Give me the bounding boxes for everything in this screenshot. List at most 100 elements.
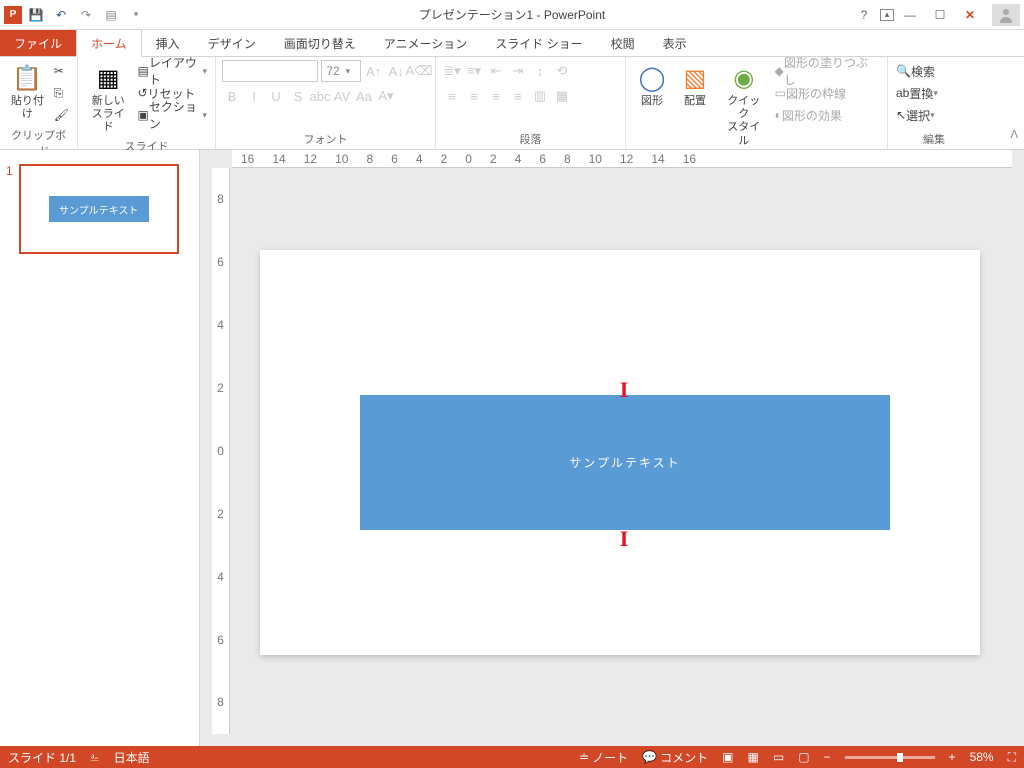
thumbnail-preview[interactable]: サンプルテキスト bbox=[19, 164, 179, 254]
strike-button[interactable]: abc bbox=[310, 85, 330, 107]
increase-font-icon[interactable]: A↑ bbox=[364, 60, 384, 82]
window-title: プレゼンテーション1 - PowerPoint bbox=[419, 6, 605, 23]
increase-indent-button[interactable]: ⇥ bbox=[508, 60, 528, 82]
save-icon[interactable]: 💾 bbox=[25, 4, 47, 26]
justify-button[interactable]: ≡ bbox=[508, 85, 528, 107]
arrange-button[interactable]: ▧配置 bbox=[675, 60, 715, 150]
tab-home[interactable]: ホーム bbox=[76, 29, 142, 57]
decrease-font-icon[interactable]: A↓ bbox=[386, 60, 406, 82]
paste-icon: 📋 bbox=[11, 62, 43, 94]
reset-icon: ↺ bbox=[137, 86, 147, 100]
shape-outline-button[interactable]: ▭ 図形の枠線 bbox=[773, 82, 881, 104]
zoom-level[interactable]: 58% bbox=[970, 750, 994, 764]
text-direction-button[interactable]: ⟲ bbox=[552, 60, 572, 82]
shadow-button[interactable]: S bbox=[288, 85, 308, 107]
slide-thumbnails-panel[interactable]: 1 サンプルテキスト bbox=[0, 150, 200, 746]
notes-button[interactable]: ≐ ノート bbox=[579, 749, 628, 766]
quick-access-toolbar: P 💾 ↶ ↷ ▤ ▾ bbox=[0, 4, 147, 26]
shape-effects-button[interactable]: ◐ 図形の効果 bbox=[773, 104, 881, 126]
redo-icon[interactable]: ↷ bbox=[75, 4, 97, 26]
copy-icon: ⎘ bbox=[54, 86, 64, 101]
cut-button[interactable]: ✂ bbox=[52, 60, 71, 82]
minimize-icon[interactable]: — bbox=[896, 4, 924, 26]
columns-button[interactable]: ▥ bbox=[530, 85, 550, 107]
sorter-view-icon[interactable]: ▦ bbox=[748, 750, 759, 764]
quick-styles-button[interactable]: ◉クイック スタイル bbox=[718, 60, 770, 150]
title-bar: P 💾 ↶ ↷ ▤ ▾ プレゼンテーション1 - PowerPoint ? ▴ … bbox=[0, 0, 1024, 30]
textbox-shape[interactable]: I サンプルテキスト I bbox=[360, 395, 890, 530]
find-button[interactable]: 🔍 検索 bbox=[894, 60, 974, 82]
tab-transitions[interactable]: 画面切り替え bbox=[270, 30, 370, 56]
replace-button[interactable]: ab 置換 ▾ bbox=[894, 82, 974, 104]
vertical-ruler[interactable]: 864202468 bbox=[212, 168, 230, 734]
comments-button[interactable]: 💬 コメント bbox=[642, 749, 708, 766]
spellcheck-icon[interactable]: ⎁ bbox=[90, 750, 100, 765]
align-center-button[interactable]: ≡ bbox=[464, 85, 484, 107]
font-color-button[interactable]: A▾ bbox=[376, 85, 396, 107]
tab-design[interactable]: デザイン bbox=[194, 30, 270, 56]
group-drawing: ◯図形 ▧配置 ◉クイック スタイル ◆ 図形の塗りつぶし ▭ 図形の枠線 ◐ … bbox=[626, 57, 888, 149]
copy-button[interactable]: ⎘ bbox=[52, 82, 71, 104]
ribbon-display-icon[interactable]: ▴ bbox=[880, 9, 894, 21]
close-icon[interactable]: ✕ bbox=[956, 4, 984, 26]
fill-icon: ◆ bbox=[775, 64, 784, 78]
decrease-indent-button[interactable]: ⇤ bbox=[486, 60, 506, 82]
shapes-icon: ◯ bbox=[636, 62, 668, 94]
tab-review[interactable]: 校閲 bbox=[597, 30, 649, 56]
normal-view-icon[interactable]: ▣ bbox=[722, 750, 733, 764]
select-button[interactable]: ↖ 選択 ▾ bbox=[894, 104, 974, 126]
slide-counter[interactable]: スライド 1/1 bbox=[8, 749, 76, 766]
bullets-button[interactable]: ≣▾ bbox=[442, 60, 462, 82]
collapse-ribbon-icon[interactable]: ᐱ bbox=[1010, 128, 1018, 141]
zoom-in-button[interactable]: + bbox=[949, 750, 956, 764]
layout-button[interactable]: ▤ レイアウト ▾ bbox=[135, 60, 209, 82]
font-name-input[interactable] bbox=[222, 60, 318, 82]
align-right-button[interactable]: ≡ bbox=[486, 85, 506, 107]
bold-button[interactable]: B bbox=[222, 85, 242, 107]
convert-smartart-button[interactable]: ▦ bbox=[552, 85, 572, 107]
search-icon: 🔍 bbox=[896, 64, 911, 78]
line-spacing-button[interactable]: ↕ bbox=[530, 60, 550, 82]
zoom-slider[interactable] bbox=[845, 756, 935, 759]
group-label: 編集 bbox=[894, 130, 974, 148]
shape-fill-button[interactable]: ◆ 図形の塗りつぶし bbox=[773, 60, 881, 82]
slideshow-view-icon[interactable]: ▢ bbox=[798, 750, 809, 764]
align-left-button[interactable]: ≡ bbox=[442, 85, 462, 107]
numbering-button[interactable]: ≡▾ bbox=[464, 60, 484, 82]
font-size-input[interactable]: 72▾ bbox=[321, 60, 360, 82]
undo-icon[interactable]: ↶ bbox=[50, 4, 72, 26]
account-avatar[interactable] bbox=[992, 4, 1020, 26]
tab-animations[interactable]: アニメーション bbox=[370, 30, 482, 56]
tab-insert[interactable]: 挿入 bbox=[142, 30, 194, 56]
spacing-button[interactable]: AV bbox=[332, 85, 352, 107]
zoom-out-button[interactable]: − bbox=[824, 750, 831, 764]
thumbnail-item[interactable]: 1 サンプルテキスト bbox=[6, 164, 193, 254]
tab-file[interactable]: ファイル bbox=[0, 30, 76, 56]
arrange-icon: ▧ bbox=[679, 62, 711, 94]
qat-customize-icon[interactable]: ▾ bbox=[125, 4, 147, 26]
horizontal-ruler[interactable]: 1614121086420246810121416 bbox=[232, 150, 1012, 168]
start-from-beginning-icon[interactable]: ▤ bbox=[100, 4, 122, 26]
tab-slideshow[interactable]: スライド ショー bbox=[481, 30, 596, 56]
reading-view-icon[interactable]: ▭ bbox=[773, 750, 784, 764]
new-slide-button[interactable]: ▦ 新しい スライド bbox=[84, 60, 132, 137]
shapes-button[interactable]: ◯図形 bbox=[632, 60, 672, 150]
case-button[interactable]: Aa bbox=[354, 85, 374, 107]
slide-edit-area[interactable]: 1614121086420246810121416 864202468 I サン… bbox=[200, 150, 1024, 746]
slide-canvas[interactable]: I サンプルテキスト I bbox=[260, 250, 980, 655]
language-indicator[interactable]: 日本語 bbox=[114, 749, 150, 766]
maximize-icon[interactable]: ☐ bbox=[926, 4, 954, 26]
italic-button[interactable]: I bbox=[244, 85, 264, 107]
underline-button[interactable]: U bbox=[266, 85, 286, 107]
anchor-top-icon: I bbox=[620, 377, 631, 403]
quick-styles-icon: ◉ bbox=[728, 62, 760, 94]
paste-button[interactable]: 📋 貼り付け bbox=[6, 60, 49, 126]
section-button[interactable]: ▣ セクション ▾ bbox=[135, 104, 209, 126]
group-label: 段落 bbox=[442, 130, 619, 148]
clear-format-icon[interactable]: A⌫ bbox=[409, 60, 429, 82]
format-painter-button[interactable]: 🖌 bbox=[52, 104, 71, 126]
effects-icon: ◐ bbox=[775, 108, 782, 122]
fit-to-window-icon[interactable]: ⛶ bbox=[1008, 750, 1016, 765]
tab-view[interactable]: 表示 bbox=[649, 30, 701, 56]
help-icon[interactable]: ? bbox=[850, 4, 878, 26]
